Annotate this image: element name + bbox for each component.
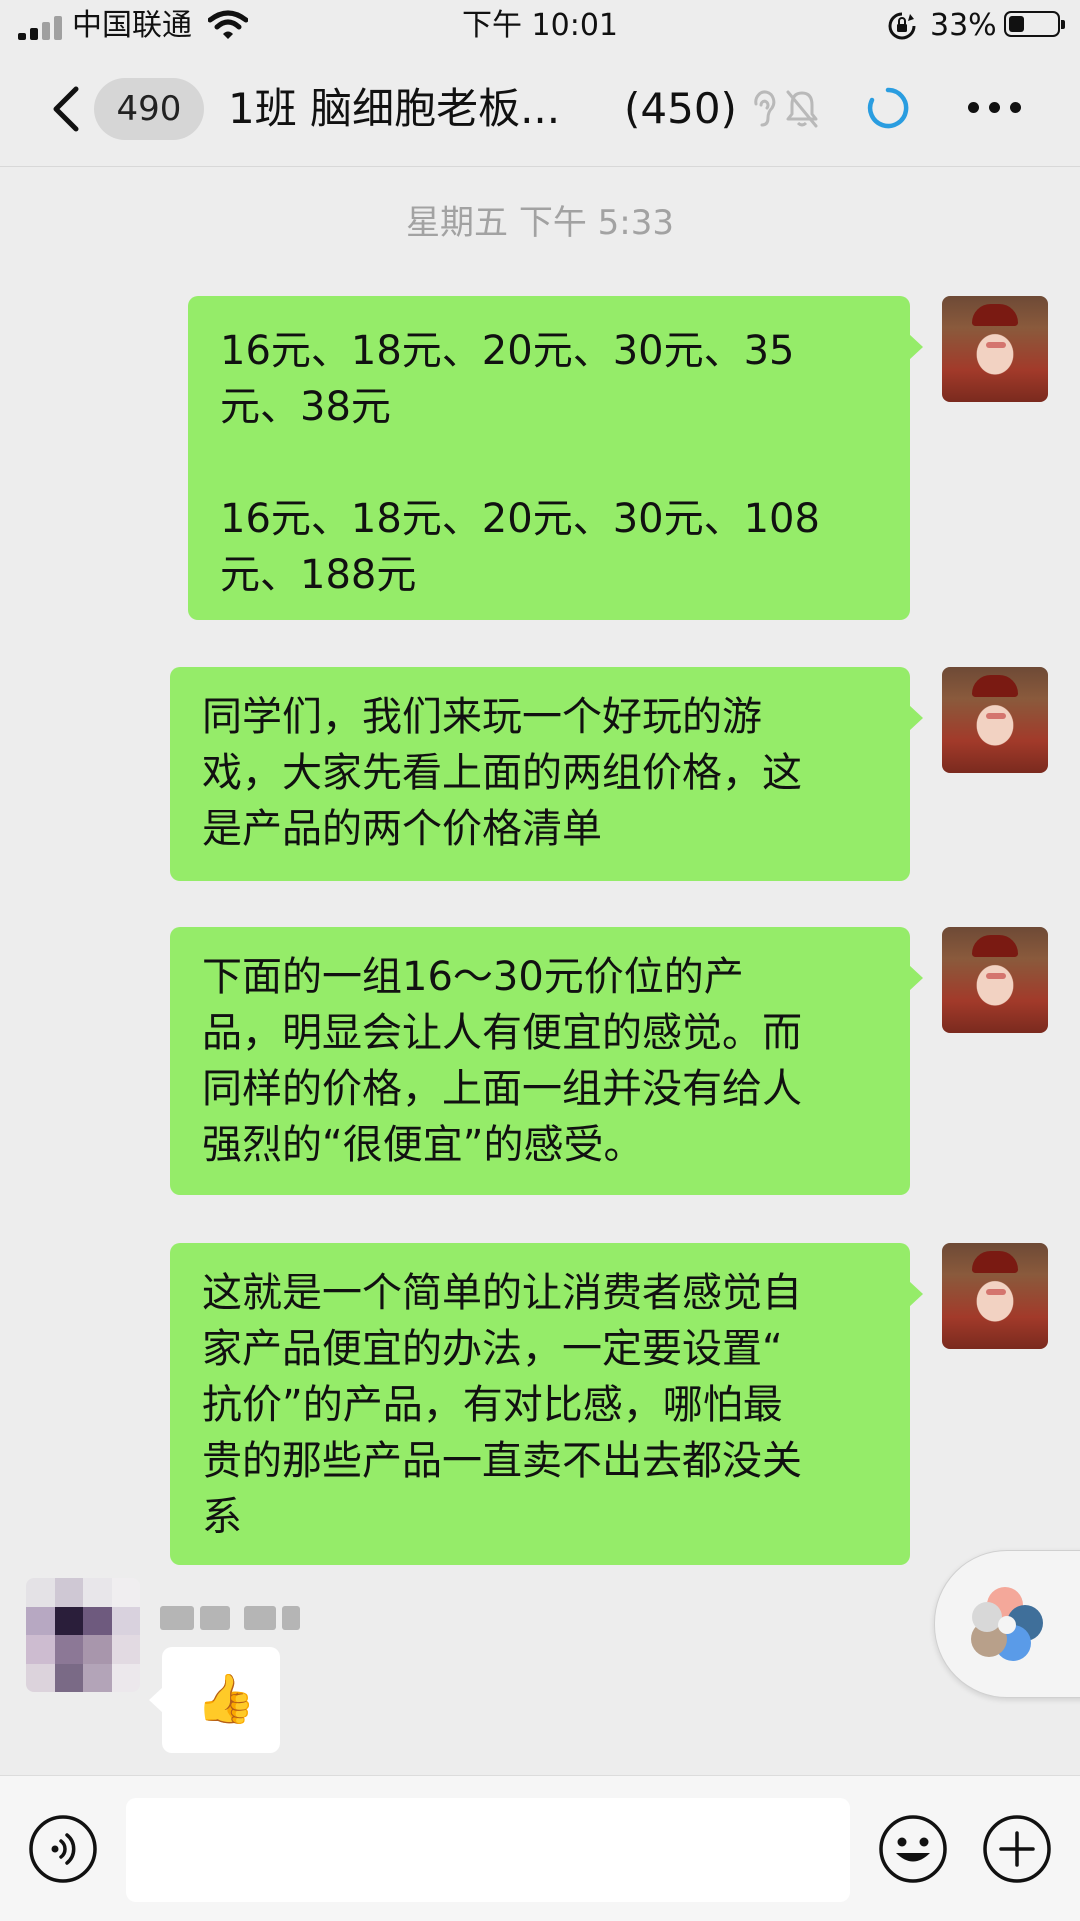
message-bubble[interactable]: 这就是一个简单的让消费者感觉自 家产品便宜的办法，一定要设置“ 抗价”的产品，有…: [170, 1243, 923, 1565]
message-input[interactable]: [126, 1798, 850, 1902]
more-icon[interactable]: [968, 102, 1022, 114]
avatar[interactable]: [942, 667, 1048, 773]
battery-percent: 33%: [930, 8, 997, 43]
sender-name-blurred: [160, 1602, 300, 1634]
ear-icon: [754, 90, 776, 127]
chat-title: 1班 脑细胞老板...: [228, 84, 561, 133]
avatar[interactable]: [942, 296, 1048, 402]
battery-icon: [1004, 11, 1065, 37]
member-count: (450): [624, 84, 737, 133]
mute-bell-icon: [786, 90, 818, 128]
floating-widget[interactable]: [934, 1550, 1080, 1698]
avatar[interactable]: [26, 1578, 140, 1692]
input-bar: [0, 1775, 1080, 1921]
emoji-icon[interactable]: [878, 1814, 948, 1884]
avatar[interactable]: [942, 927, 1048, 1033]
message-bubble[interactable]: 16元、18元、20元、30元、35 元、38元 16元、18元、20元、30元…: [188, 296, 923, 620]
unread-count-badge[interactable]: 490: [94, 78, 204, 140]
chat-header: 490 1班 脑细胞老板... (450): [0, 52, 1080, 167]
floating-widget-icon: [971, 1587, 1043, 1661]
message-bubble[interactable]: 下面的一组16～30元价位的产 品，明显会让人有便宜的感觉。而 同样的价格，上面…: [170, 927, 923, 1195]
chat-timestamp: 星期五 下午 5:33: [406, 203, 674, 243]
thumbs-up-emoji: 👍: [196, 1671, 256, 1727]
avatar[interactable]: [942, 1243, 1048, 1349]
back-icon[interactable]: [46, 84, 88, 134]
rotation-lock-icon: [888, 12, 916, 40]
loading-icon: [867, 87, 909, 129]
plus-icon[interactable]: [982, 1814, 1052, 1884]
message-bubble[interactable]: 同学们，我们来玩一个好玩的游 戏，大家先看上面的两组价格，这 是产品的两个价格清…: [170, 667, 923, 881]
status-bar: 中国联通 下午 10:01 33%: [0, 0, 1080, 52]
status-time: 下午 10:01: [462, 8, 618, 43]
voice-icon[interactable]: [28, 1814, 98, 1884]
message-bubble[interactable]: 👍: [149, 1647, 280, 1753]
